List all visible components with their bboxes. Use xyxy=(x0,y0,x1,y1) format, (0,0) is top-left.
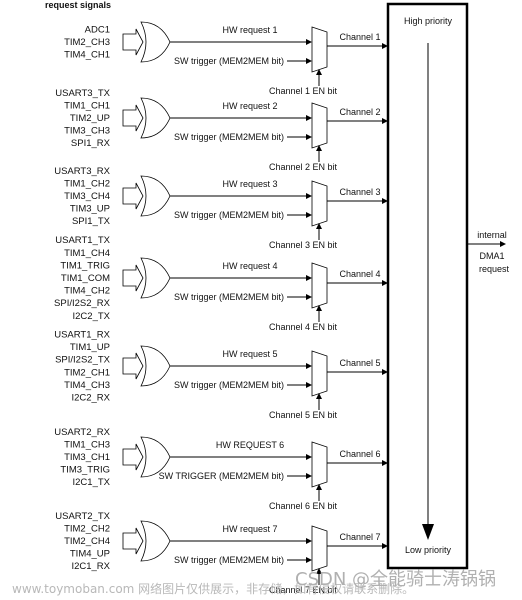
request-signal-label: TIM1_CH2 xyxy=(64,178,110,189)
request-signal-label: TIM3_CH3 xyxy=(64,126,110,137)
request-signal-label: I2C1_RX xyxy=(71,561,110,572)
or-gate-icon xyxy=(140,97,171,139)
request-signal-label: USART2_RX xyxy=(54,427,110,438)
request-signal-label: USART2_TX xyxy=(55,511,110,522)
request-signal-label: TIM3_CH4 xyxy=(64,191,110,202)
output-label-request: request xyxy=(479,264,510,274)
request-signal-label: USART3_TX xyxy=(55,88,110,99)
channel-label: Channel 2 xyxy=(339,107,380,117)
input-merge-arrow-icon xyxy=(122,527,144,555)
request-signal-label: USART1_RX xyxy=(54,330,110,341)
channel-en-bit-label: Channel 2 EN bit xyxy=(269,162,338,172)
sw-trigger-label: SW trigger (MEM2MEM bit) xyxy=(174,56,284,66)
channel-mux-icon xyxy=(311,26,328,73)
sw-trigger-label: SW trigger (MEM2MEM bit) xyxy=(174,555,284,565)
channel-en-bit-label: Channel 5 EN bit xyxy=(269,410,338,420)
request-signal-label: TIM4_CH3 xyxy=(64,380,110,391)
channel-group-2: USART3_TXTIM1_CH1 TIM2_UP TIM3_CH3SPI1_RX H… xyxy=(55,88,388,172)
request-signal-label: TIM4_CH2 xyxy=(64,286,110,297)
channel-label: Channel 6 xyxy=(339,449,380,459)
sw-trigger-label: SW trigger (MEM2MEM bit) xyxy=(174,210,284,220)
channel-group-5: USART1_RXTIM1_UP SPI/I2S2_TXTIM2_CH1 TIM4_… xyxy=(54,330,388,420)
or-gate-icon xyxy=(140,520,171,562)
hw-request-label: HW request 1 xyxy=(222,25,277,35)
request-signal-label: I2C2_RX xyxy=(71,393,110,404)
request-signal-label: USART1_TX xyxy=(55,235,110,246)
input-merge-arrow-icon xyxy=(122,443,144,471)
sw-trigger-label: SW trigger (MEM2MEM bit) xyxy=(174,132,284,142)
hw-request-label: HW REQUEST 6 xyxy=(216,440,284,450)
priority-arrow-head-icon xyxy=(422,524,434,540)
channel-en-bit-label: Channel 6 EN bit xyxy=(269,501,338,511)
input-merge-arrow-icon xyxy=(122,264,144,292)
request-signal-label: TIM3_UP xyxy=(70,204,110,215)
request-signal-label: TIM2_CH4 xyxy=(64,536,110,547)
channel-label: Channel 4 xyxy=(339,269,380,279)
channel-group-6: USART2_RXTIM1_CH3 TIM3_CH1 TIM3_TRIGI2C1_T… xyxy=(54,427,388,511)
request-signal-label: I2C1_TX xyxy=(73,477,111,488)
high-priority-label: High priority xyxy=(404,16,453,26)
output-label-internal: internal xyxy=(477,230,507,240)
channels-layer: ADC1 TIM2_CH3 TIM4_CH1 HW request 1 SW trigg… xyxy=(54,21,388,595)
author-watermark: CSDN @全能骑士涛锅锅 xyxy=(295,569,497,590)
request-signal-label: TIM2_UP xyxy=(70,113,110,124)
request-signal-label: TIM3_TRIG xyxy=(60,465,110,476)
input-merge-arrow-icon xyxy=(122,104,144,132)
channel-group-1: ADC1 TIM2_CH3 TIM4_CH1 HW request 1 SW trigg… xyxy=(64,21,388,96)
input-merge-arrow-icon xyxy=(122,352,144,380)
hw-request-label: HW request 3 xyxy=(222,179,277,189)
output-label-dma1: DMA1 xyxy=(479,251,504,261)
channel-mux-icon xyxy=(311,262,328,309)
input-merge-arrow-icon xyxy=(122,182,144,210)
request-signal-label: I2C2_TX xyxy=(73,311,111,322)
channel-mux-icon xyxy=(311,441,328,488)
or-gate-icon xyxy=(140,175,171,217)
request-signal-label: TIM2_CH2 xyxy=(64,523,110,534)
channel-label: Channel 7 xyxy=(339,532,380,542)
channel-en-bit-label: Channel 4 EN bit xyxy=(269,322,338,332)
channel-group-4: USART1_TX TIM1_CH4TIM1_TRIG TIM1_COM TIM4_C… xyxy=(54,235,388,332)
low-priority-label: Low priority xyxy=(405,545,452,555)
sw-trigger-label: SW trigger (MEM2MEM bit) xyxy=(174,292,284,302)
request-signal-label: SPI1_RX xyxy=(71,138,111,149)
channel-label: Channel 3 xyxy=(339,187,380,197)
request-signal-label: TIM1_TRIG xyxy=(60,260,110,271)
or-gate-icon xyxy=(140,257,171,299)
channel-en-bit-label: Channel 3 EN bit xyxy=(269,240,338,250)
channel-mux-icon xyxy=(311,180,328,227)
request-signal-label: TIM3_CH1 xyxy=(64,452,110,463)
channel-label: Channel 5 xyxy=(339,358,380,368)
dma1-request-mapping-diagram: request signals ADC1 TIM2_CH3 TIM4_CH1 HW r… xyxy=(45,0,510,595)
channel-en-bit-label: Channel 1 EN bit xyxy=(269,86,338,96)
request-signal-label: TIM1_CH4 xyxy=(64,248,110,259)
request-signal-label: SPI/I2S2_TX xyxy=(55,355,111,366)
sw-trigger-label: SW TRIGGER (MEM2MEM bit) xyxy=(159,471,284,481)
request-signal-label: USART3_RX xyxy=(54,166,110,177)
request-signals-header: request signals xyxy=(45,0,111,10)
channel-label: Channel 1 xyxy=(339,32,380,42)
channel-mux-icon xyxy=(311,350,328,397)
request-signal-label: TIM4_CH1 xyxy=(64,50,110,61)
or-gate-icon xyxy=(140,21,171,63)
hw-request-label: HW request 5 xyxy=(222,349,277,359)
request-signal-label: TIM1_COM xyxy=(61,273,110,284)
request-signal-label: TIM2_CH1 xyxy=(64,367,110,378)
or-gate-icon xyxy=(140,345,171,387)
request-signal-label: ADC1 xyxy=(85,24,110,35)
hw-request-label: HW request 2 xyxy=(222,101,277,111)
input-merge-arrow-icon xyxy=(122,28,144,56)
channel-mux-icon xyxy=(311,102,328,149)
request-signal-label: TIM1_CH1 xyxy=(64,100,110,111)
request-signal-label: TIM4_UP xyxy=(70,549,110,560)
hw-request-label: HW request 7 xyxy=(222,524,277,534)
hw-request-label: HW request 4 xyxy=(222,261,277,271)
request-signal-label: SPI/I2S2_RX xyxy=(54,298,111,309)
request-signal-label: TIM1_CH3 xyxy=(64,439,110,450)
request-signal-label: SPI1_TX xyxy=(72,216,111,227)
request-signal-label: TIM2_CH3 xyxy=(64,37,110,48)
sw-trigger-label: SW trigger (MEM2MEM bit) xyxy=(174,380,284,390)
request-signal-label: TIM1_UP xyxy=(70,342,110,353)
